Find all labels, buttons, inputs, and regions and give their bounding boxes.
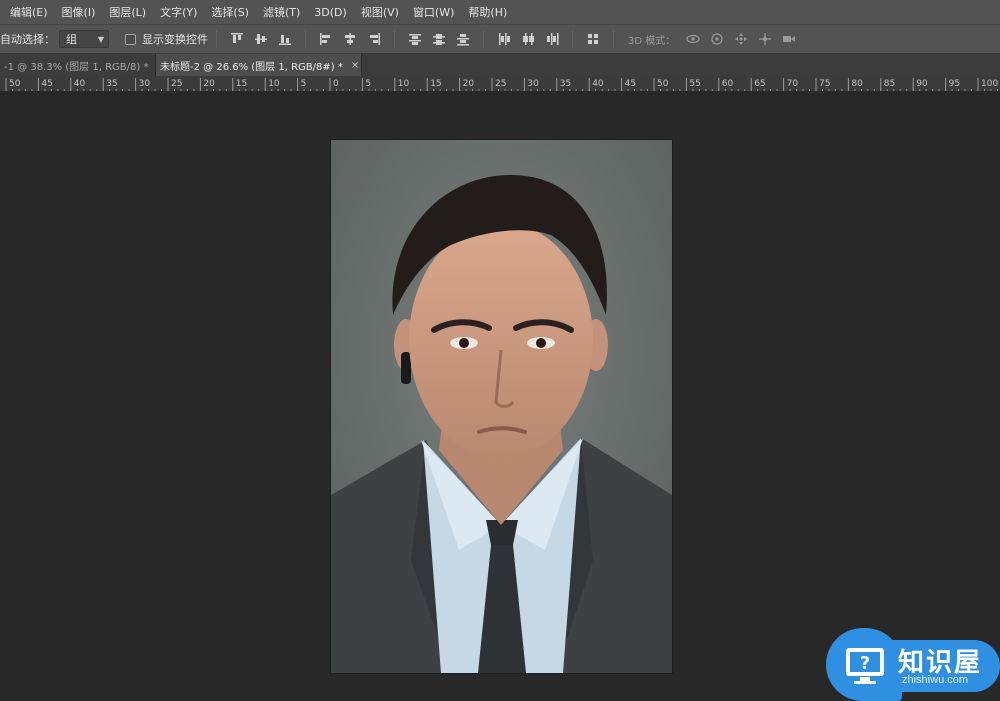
distribute-vcenter-icon[interactable] xyxy=(432,32,446,46)
orbit-3d-icon[interactable] xyxy=(686,32,700,46)
distribute-left-icon[interactable] xyxy=(497,32,511,46)
ruler-label: 10 xyxy=(268,79,280,89)
portrait-image xyxy=(331,140,672,673)
ruler-label: 50 xyxy=(657,79,669,89)
ruler-label: 5 xyxy=(365,79,371,89)
menu-view[interactable]: 视图(V) xyxy=(361,4,399,20)
ruler-label: 85 xyxy=(884,79,895,89)
ruler-scale: 50 45 40 35 30 25 20 15 10 5 0 5 10 15 20 25 30 35 40 45 50 5… xyxy=(5,78,998,91)
ruler-label: 30 xyxy=(139,79,151,89)
slide-3d-icon[interactable] xyxy=(758,32,772,46)
document-tabs: -1 @ 38.3% (图层 1, RGB/8) * × 未标题-2 @ 26.… xyxy=(0,54,1000,76)
ruler-label: 65 xyxy=(754,79,765,89)
ruler-label: 40 xyxy=(592,79,604,89)
distribute-hcenter-icon[interactable] xyxy=(521,32,535,46)
horizontal-ruler[interactable]: 50 45 40 35 30 25 20 15 10 5 0 5 10 15 20 25 30 35 40 45 50 5… xyxy=(0,76,1000,92)
ruler-label: 60 xyxy=(722,79,734,89)
menu-window[interactable]: 窗口(W) xyxy=(413,4,454,20)
menu-filter[interactable]: 滤镜(T) xyxy=(263,4,300,20)
ruler-label: 100 xyxy=(981,79,998,89)
ruler-label: 25 xyxy=(495,79,506,89)
close-icon[interactable]: × xyxy=(351,60,359,71)
menu-help[interactable]: 帮助(H) xyxy=(468,4,507,20)
ruler-label: 35 xyxy=(560,79,571,89)
align-vcenter-icon[interactable] xyxy=(254,32,268,46)
ruler-label: 15 xyxy=(236,79,247,89)
ruler-label: 95 xyxy=(949,79,960,89)
ruler-label: 40 xyxy=(74,79,86,89)
toolbar-divider xyxy=(394,30,395,48)
distribute-bottom-icon[interactable] xyxy=(456,32,470,46)
toolbar-divider xyxy=(483,30,484,48)
ruler-label: 25 xyxy=(171,79,182,89)
toolbar-divider xyxy=(613,30,614,48)
drag-3d-icon[interactable] xyxy=(734,32,748,46)
ruler-label: 45 xyxy=(41,79,52,89)
ruler-label: 20 xyxy=(203,79,215,89)
mode-3d-label: 3D 模式： xyxy=(628,35,676,47)
toolbar-divider xyxy=(572,30,573,48)
tab-document-2[interactable]: 未标题-2 @ 26.6% (图层 1, RGB/8#) * × xyxy=(156,54,362,76)
tab-label: -1 @ 38.3% (图层 1, RGB/8) * xyxy=(4,61,149,73)
ruler-label: 5 xyxy=(301,79,307,89)
show-transform-label: 显示变换控件 xyxy=(142,33,208,46)
menu-edit[interactable]: 编辑(E) xyxy=(10,4,48,20)
ruler-label: 80 xyxy=(851,79,863,89)
ruler-label: 15 xyxy=(430,79,441,89)
align-top-icon[interactable] xyxy=(230,32,244,46)
distribute-top-icon[interactable] xyxy=(408,32,422,46)
auto-select-value: 组 xyxy=(66,33,77,46)
site-watermark: ? 知识屋 zhishiwu.com xyxy=(826,628,1000,701)
auto-select-label: 自动选择： xyxy=(0,33,55,46)
auto-select-dropdown[interactable]: 组 ▼ xyxy=(59,30,109,48)
align-left-icon[interactable] xyxy=(319,32,333,46)
ruler-label: 90 xyxy=(916,79,928,89)
ruler-label: 20 xyxy=(463,79,475,89)
distribute-right-icon[interactable] xyxy=(545,32,559,46)
menu-3d[interactable]: 3D(D) xyxy=(314,6,347,19)
ruler-label: 75 xyxy=(819,79,830,89)
ruler-label: 55 xyxy=(689,79,700,89)
tab-label: 未标题-2 @ 26.6% (图层 1, RGB/8#) * xyxy=(160,61,343,73)
chevron-down-icon: ▼ xyxy=(97,34,104,44)
menu-select[interactable]: 选择(S) xyxy=(211,4,249,20)
tab-document-1[interactable]: -1 @ 38.3% (图层 1, RGB/8) * × xyxy=(0,54,165,76)
watermark-subtitle: zhishiwu.com xyxy=(902,674,969,686)
ruler-label: 45 xyxy=(625,79,636,89)
svg-text:?: ? xyxy=(860,653,870,674)
camera-3d-icon[interactable] xyxy=(782,32,796,46)
auto-align-icon[interactable] xyxy=(586,32,600,46)
ruler-label: 35 xyxy=(106,79,117,89)
menu-layer[interactable]: 图层(L) xyxy=(109,4,146,20)
ruler-label: 30 xyxy=(527,79,539,89)
ruler-label: 10 xyxy=(398,79,410,89)
ruler-label: 70 xyxy=(787,79,799,89)
toolbar-divider xyxy=(216,30,217,48)
help-monitor-icon: ? xyxy=(846,648,884,684)
ruler-label: 50 xyxy=(9,79,21,89)
align-right-icon[interactable] xyxy=(367,32,381,46)
show-transform-checkbox[interactable] xyxy=(125,33,136,45)
options-bar: 自动选择： 组 ▼ 显示变换控件 3D 模式： xyxy=(0,24,1000,54)
menu-type[interactable]: 文字(Y) xyxy=(160,4,197,20)
menu-image[interactable]: 图像(I) xyxy=(62,4,96,20)
menu-bar: 编辑(E) 图像(I) 图层(L) 文字(Y) 选择(S) 滤镜(T) 3D(D… xyxy=(0,0,1000,24)
align-hcenter-icon[interactable] xyxy=(343,32,357,46)
toolbar-divider xyxy=(305,30,306,48)
ruler-label: 0 xyxy=(333,79,339,89)
roll-3d-icon[interactable] xyxy=(710,32,724,46)
align-bottom-icon[interactable] xyxy=(278,32,292,46)
document-image[interactable] xyxy=(331,140,672,673)
